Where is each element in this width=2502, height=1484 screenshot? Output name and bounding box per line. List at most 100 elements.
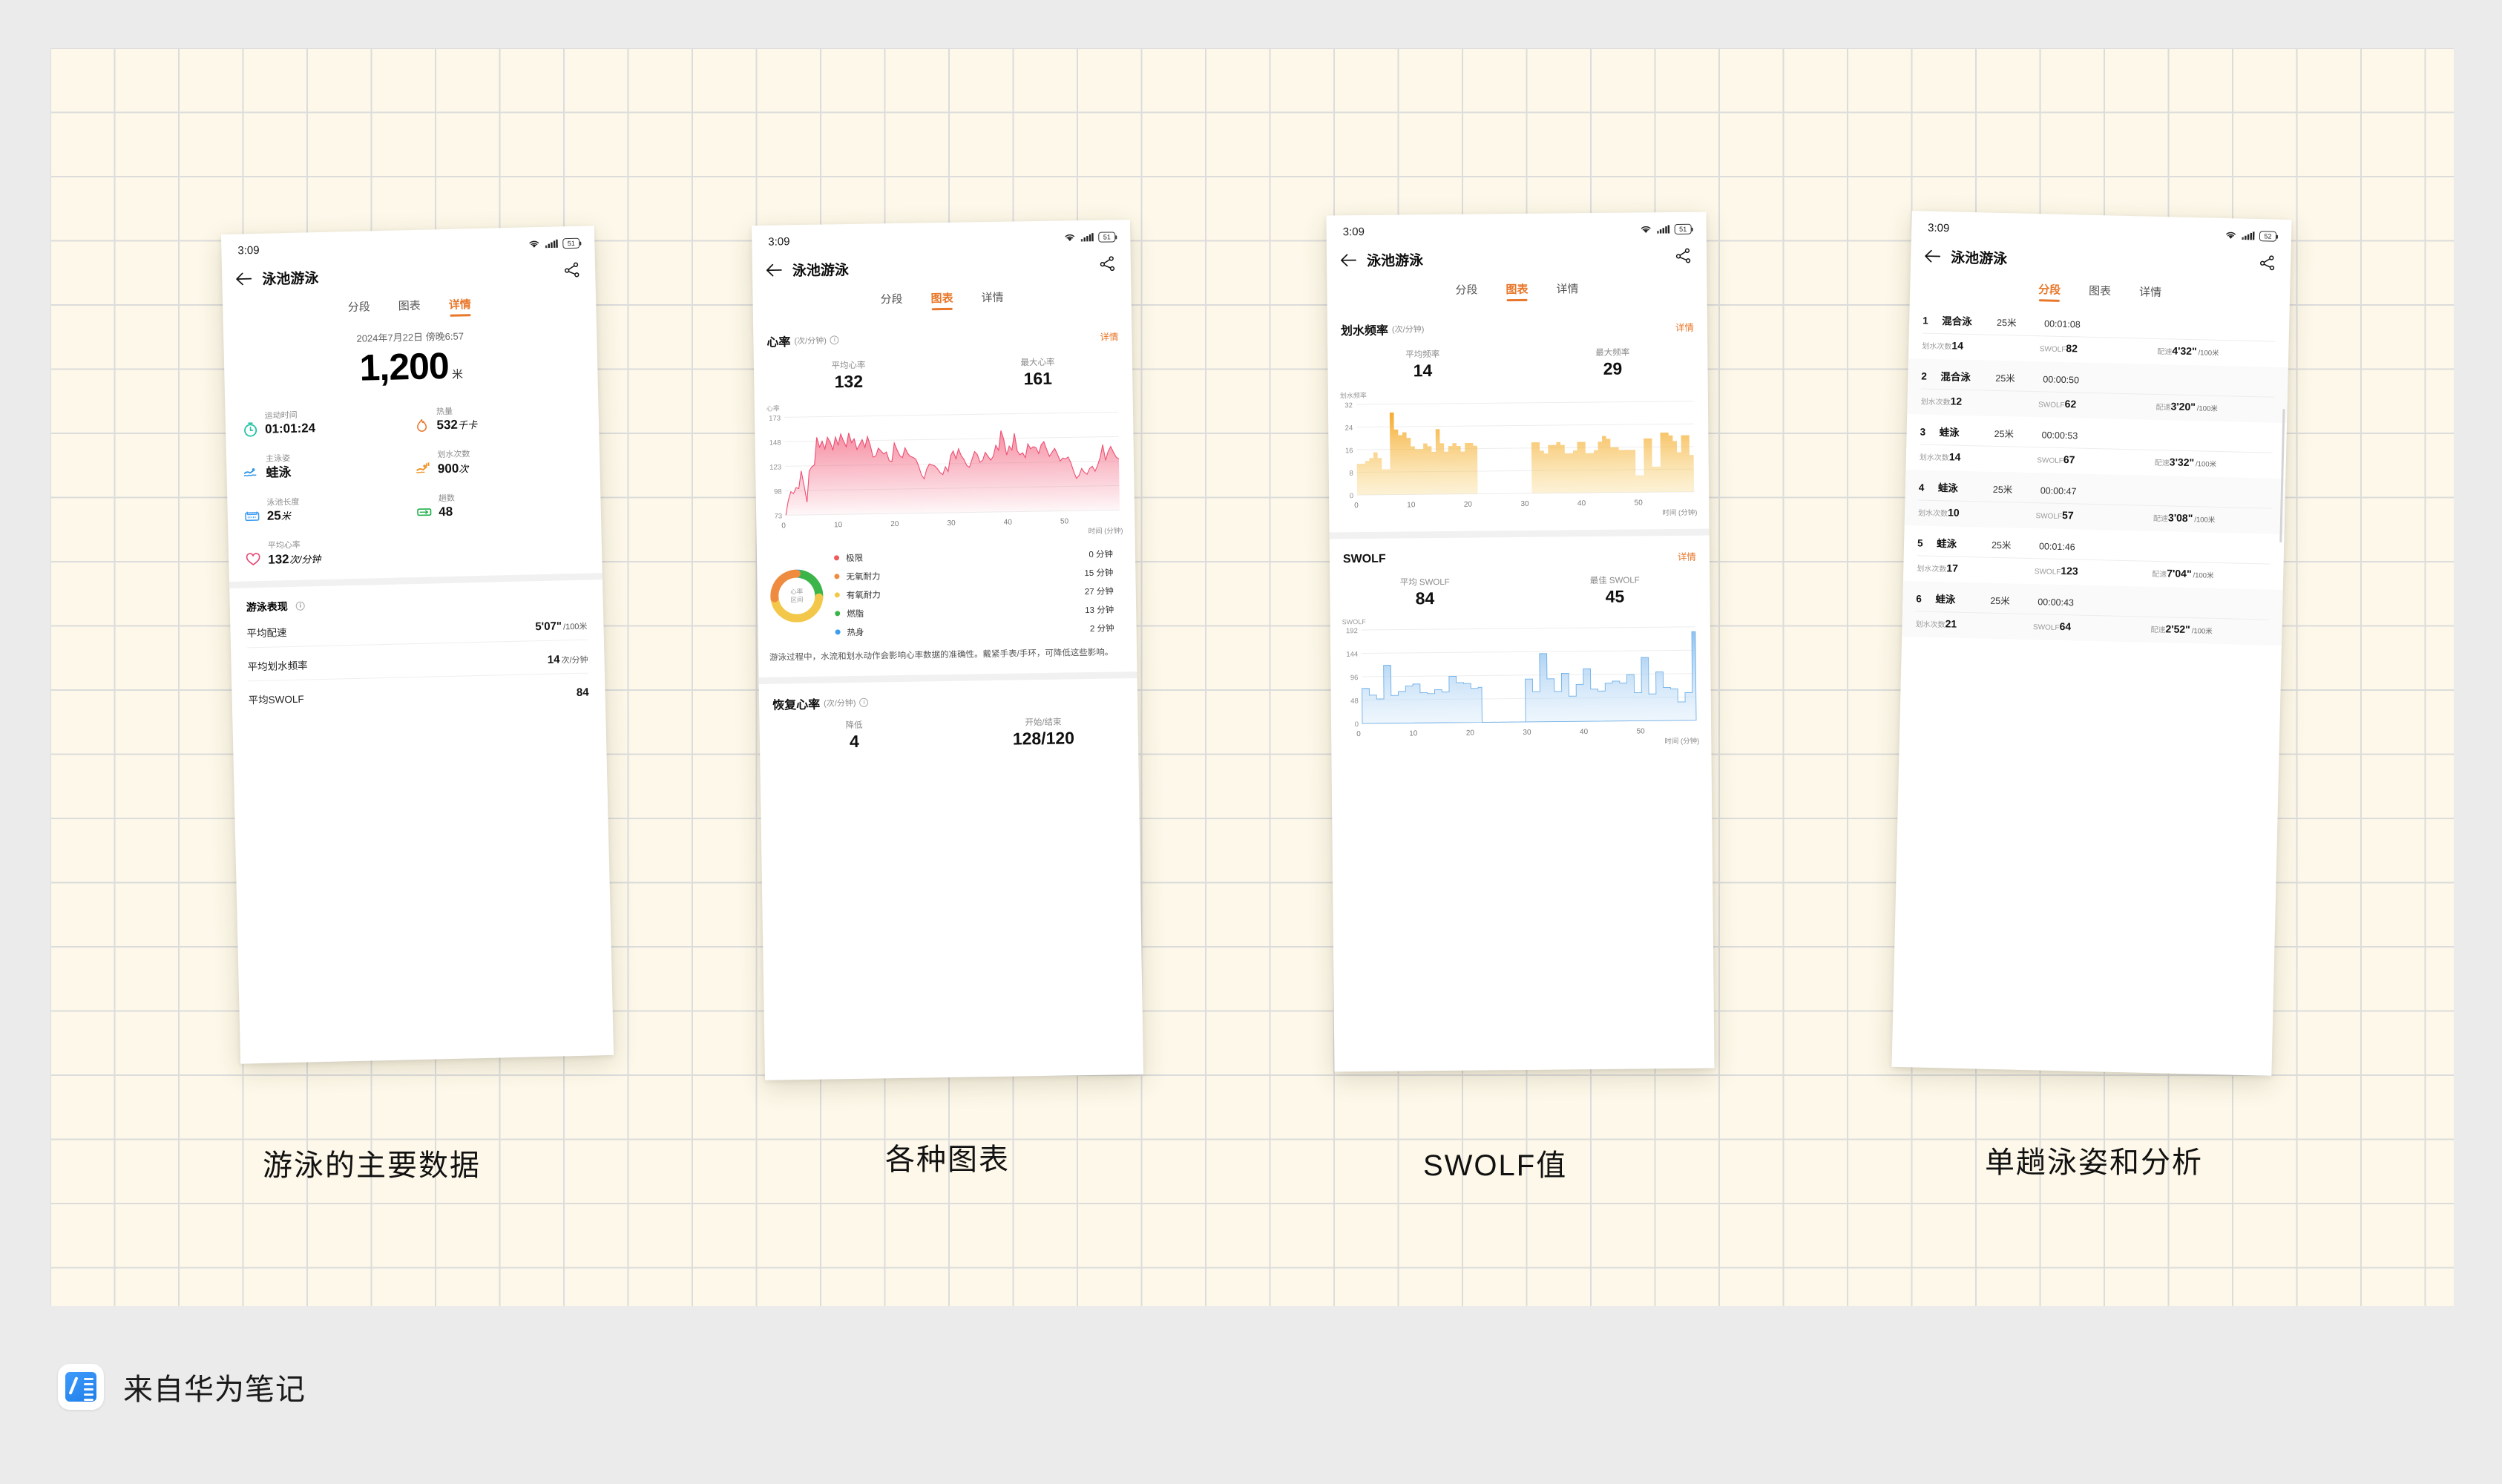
x-tick: 50 [1634,499,1643,508]
table-row[interactable]: 1 混合泳 25米 00:01:08 划水次数14 SWOLF82 配速4'32"/100米 [1908,303,2290,367]
wifi-icon [529,240,539,248]
lap-stroke: 蛙泳 [1936,538,1957,550]
lap-list[interactable]: 1 混合泳 25米 00:01:08 划水次数14 SWOLF82 配速4'32"/100米… [1902,298,2290,646]
lap-duration: 00:01:08 [2043,318,2081,330]
battery-indicator: 52 [2259,230,2277,242]
x-tick: 10 [833,521,843,530]
info-icon[interactable]: i [859,697,869,707]
svg-text:32: 32 [1344,401,1353,410]
tab-details[interactable]: 详情 [1556,280,1578,301]
tab-laps[interactable]: 分段 [2038,281,2061,302]
tab-details[interactable]: 详情 [981,289,1003,309]
stroke-rate-chart: 划水频率 0 8 16 24 32 0 10 20 30 40 50 时间 (分钟) [1339,387,1701,521]
recovery-hr-header: 恢复心率 (次/分钟) i [759,689,1137,713]
tab-laps[interactable]: 分段 [880,291,902,311]
svg-text:123: 123 [769,463,781,471]
tab-charts[interactable]: 图表 [1506,281,1528,301]
lap-index: 3 [1920,426,1926,438]
hr-details-link[interactable]: 详情 [1100,329,1118,343]
x-tick: 0 [781,522,786,531]
tab-laps[interactable]: 分段 [1455,282,1477,302]
table-row[interactable]: 4 蛙泳 25米 00:00:47 划水次数10 SWOLF57 配速3'08"/100米 [1904,470,2286,535]
lap-strokes-label: 划水次数 [1917,565,1947,574]
tab-charts[interactable]: 图表 [2089,283,2112,303]
lap-distance: 25米 [1990,595,2010,607]
x-tick: 20 [890,520,899,529]
back-arrow-icon[interactable] [1924,249,1941,264]
source-label: 来自华为笔记 [123,1373,306,1406]
total-distance-value: 1,200 [358,344,450,389]
share-icon[interactable] [2259,255,2276,274]
metric-value: 25 [266,508,281,523]
metric-calories: 热量 532千卡 [413,402,585,434]
lap-index: 5 [1917,537,1923,549]
hr-stats: 平均心率 132 最大心率 161 [754,355,1133,393]
share-icon[interactable] [564,262,581,281]
lap-swolf-label: SWOLF [2037,456,2063,466]
metric-main-stroke: 主泳姿 蛙泳 [243,449,415,481]
lap-pace: 配速3'20"/100米 [2155,400,2218,413]
battery-indicator: 51 [1098,231,1116,243]
svg-text:8: 8 [1349,470,1353,478]
x-tick: 40 [1579,728,1589,737]
metric-unit: 次/分钟 [289,553,321,565]
phone-screenshot-4: 3:09 52 泳池游泳 分段 图表 详情 1 混合泳 25米 00:01:08… [1891,211,2292,1076]
tab-charts[interactable]: 图表 [398,298,421,318]
svg-text:16: 16 [1345,447,1353,455]
lap-swolf-label: SWOLF [2035,512,2063,522]
recovery-unit: (次/分钟) [824,698,856,709]
stroke-rate-details-link[interactable]: 详情 [1675,319,1694,333]
zone-color-dot [834,592,840,598]
swolf-chart-svg: 0 48 96 144 192 [1346,626,1697,729]
hr-chart: 心率 73 98 123 148 173 0 10 20 30 40 50 时间 (分钟) [765,398,1126,541]
page-title: 泳池游泳 [1950,250,2008,268]
recovery-title: 恢复心率 [772,698,821,712]
lap-duration: 00:00:50 [2043,374,2080,386]
flame-icon [413,417,430,434]
battery-indicator: 51 [562,237,580,249]
table-row[interactable]: 6 蛙泳 25米 00:00:43 划水次数21 SWOLF64 配速2'52"/100米 [1902,580,2283,646]
share-icon[interactable] [1100,255,1116,274]
phone-screenshot-1: 3:09 51 泳池游泳 分段 图表 详情 2024年7月22日 傍晚6:57 … [220,226,614,1064]
tab-charts[interactable]: 图表 [930,290,953,310]
x-tick: 20 [1463,500,1473,509]
lap-index: 6 [1916,593,1923,605]
info-icon[interactable]: i [830,335,839,345]
table-row[interactable]: 5 蛙泳 25米 00:01:46 划水次数17 SWOLF123 配速7'04"/100米 [1903,525,2285,590]
tab-bar-1: 分段 图表 详情 [223,293,596,322]
lap-strokes: 划水次数10 [1917,506,1960,519]
lap-strokes: 划水次数14 [1922,339,1964,352]
signal-icon [2242,231,2255,240]
x-tick: 0 [1354,502,1359,510]
lap-strokes: 划水次数17 [1917,562,1959,574]
metric-label: 泳池长度 [266,497,300,508]
metric-pool-length: 泳池长度 25米 [243,493,416,525]
table-row[interactable]: 2 混合泳 25米 00:00:50 划水次数12 SWOLF62 配速3'20"/100米 [1907,358,2288,424]
metric-value: 01:01:24 [264,421,316,436]
swolf-details-link[interactable]: 详情 [1678,549,1696,563]
caption-2: 各种图表 [885,1143,1010,1176]
info-icon[interactable]: i [295,601,305,611]
back-arrow-icon[interactable] [766,263,782,277]
back-arrow-icon[interactable] [1340,253,1356,267]
status-clock: 3:09 [768,235,790,249]
back-arrow-icon[interactable] [235,272,252,286]
lap-swolf: SWOLF64 [2032,620,2072,633]
signal-icon [1080,232,1094,242]
lap-stroke: 蛙泳 [1939,427,1960,439]
wifi-icon [1065,234,1075,241]
battery-indicator: 51 [1674,223,1692,234]
table-row[interactable]: 3 蛙泳 25米 00:00:53 划水次数14 SWOLF67 配速3'32"/100米 [1905,414,2287,479]
tab-laps[interactable]: 分段 [347,298,370,319]
share-icon[interactable] [1675,248,1692,266]
stroke-rate-max: 最大频率 29 [1595,348,1630,378]
status-clock: 3:09 [1927,221,1950,235]
metric-laps: 趟数 48 [416,488,588,520]
tab-details[interactable]: 详情 [448,296,471,317]
total-distance-unit: 米 [451,368,463,381]
lap-swolf: SWOLF123 [2034,564,2078,577]
lap-pace-label: 配速 [2153,514,2169,524]
metric-unit: 千卡 [457,419,478,431]
x-tick: 50 [1636,727,1645,736]
tab-details[interactable]: 详情 [2139,283,2162,304]
